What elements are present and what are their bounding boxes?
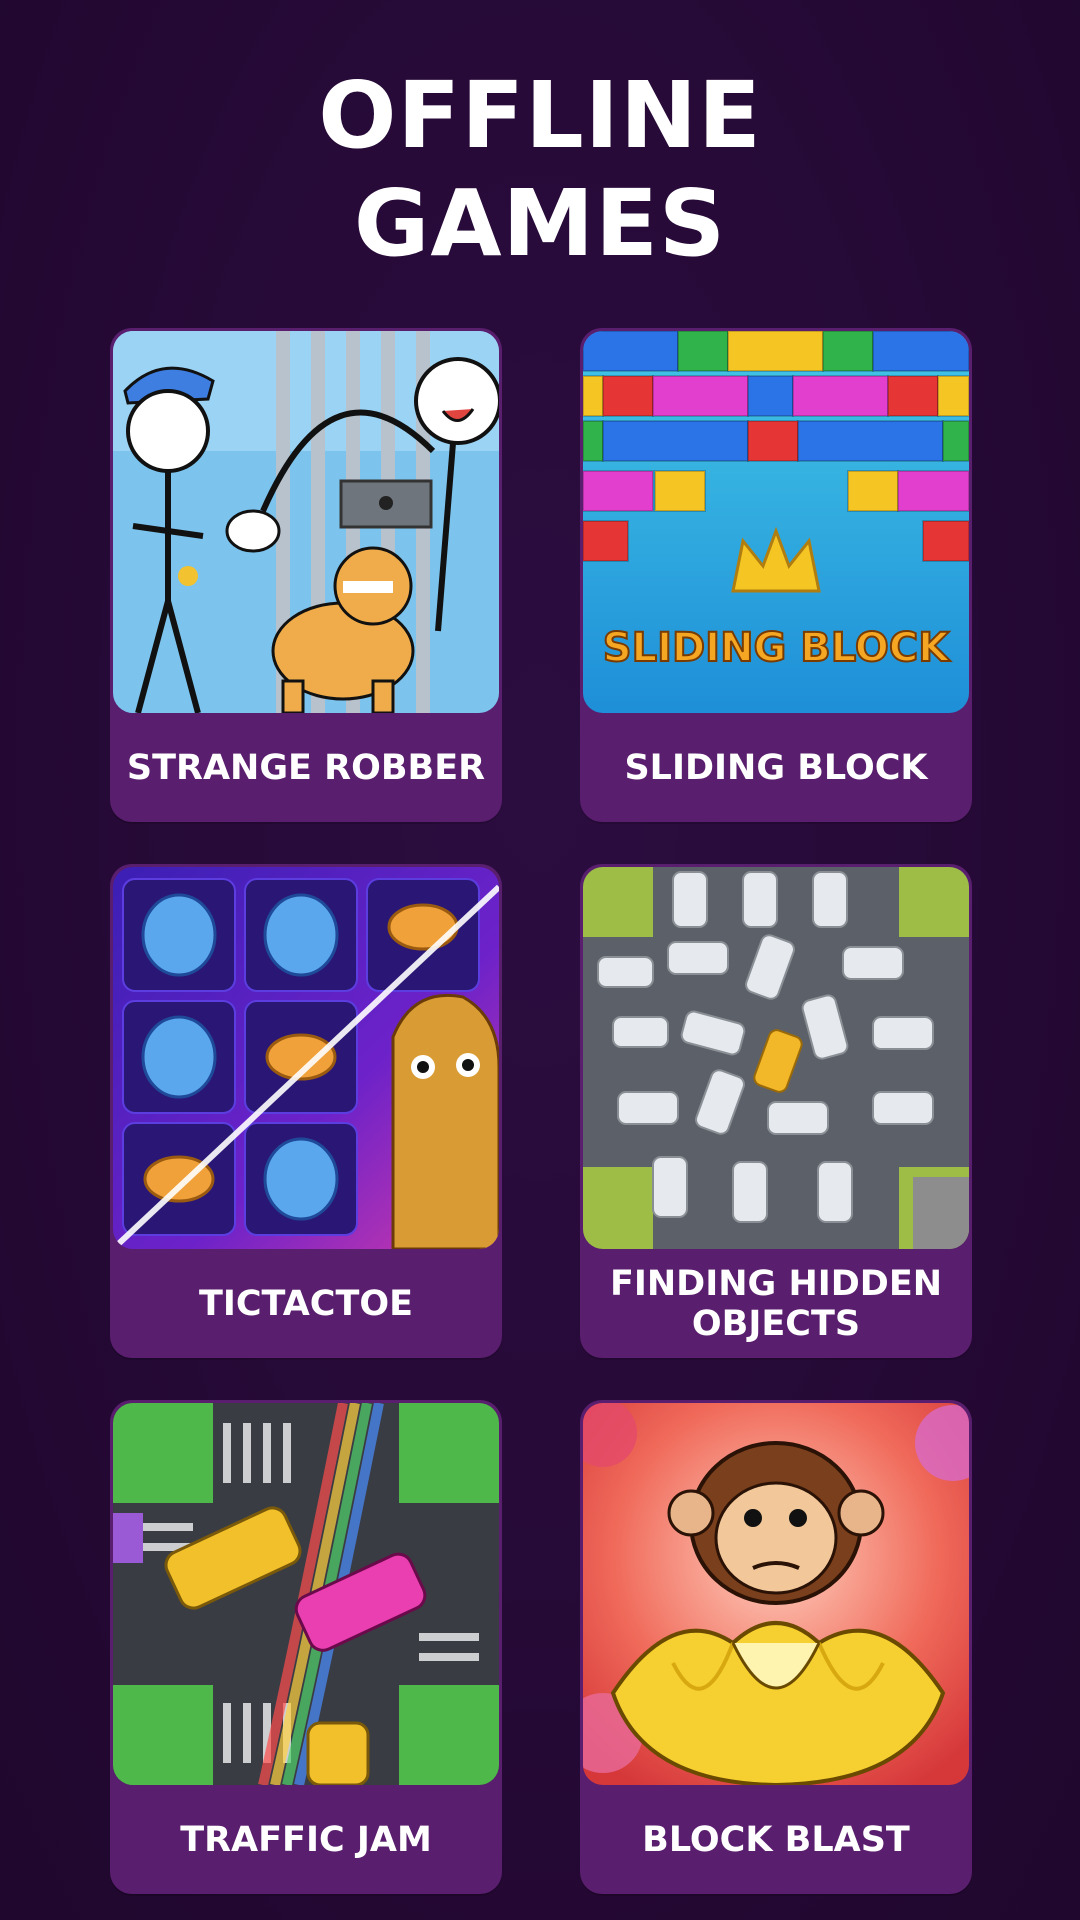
game-card-tictactoe[interactable]: TICTACTOE: [110, 864, 502, 1358]
game-title: FINDING HIDDEN OBJECTS: [609, 1263, 943, 1344]
game-title: TICTACTOE: [198, 1283, 414, 1324]
game-title: BLOCK BLAST: [642, 1819, 910, 1860]
game-title: SLIDING BLOCK: [624, 747, 928, 788]
page-title: OFFLINE GAMES: [0, 62, 1080, 278]
sliding-block-art-text: SLIDING BLOCK: [603, 625, 951, 671]
monkey-banana-icon: [583, 1403, 969, 1785]
page-title-line1: OFFLINE: [318, 62, 762, 169]
game-card-block-blast[interactable]: BLOCK BLAST: [580, 1400, 972, 1894]
offline-games-page: OFFLINE GAMES STRANGE ROBBER SLIDING BLO…: [0, 0, 1080, 1920]
game-card-finding-hidden-objects[interactable]: FINDING HIDDEN OBJECTS: [580, 864, 972, 1358]
game-card-traffic-jam[interactable]: TRAFFIC JAM: [110, 1400, 502, 1894]
tictactoe-shark-icon: [113, 867, 499, 1249]
game-title: STRANGE ROBBER: [126, 747, 486, 788]
page-title-line2: GAMES: [353, 170, 727, 277]
game-title: TRAFFIC JAM: [180, 1819, 432, 1860]
game-card-sliding-block[interactable]: SLIDING BLOCK SLIDING BLOCK: [580, 328, 972, 822]
sliding-block-icon: SLIDING BLOCK: [583, 331, 969, 713]
parking-cars-icon: [583, 867, 969, 1249]
game-card-strange-robber[interactable]: STRANGE ROBBER: [110, 328, 502, 822]
stickman-jail-icon: [113, 331, 499, 713]
traffic-jam-icon: [113, 1403, 499, 1785]
